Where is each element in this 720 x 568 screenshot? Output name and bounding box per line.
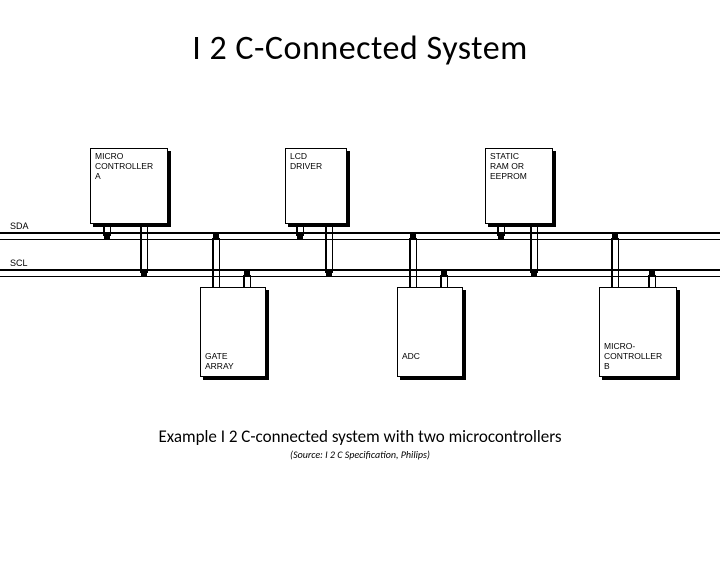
device-microcontroller-b: MICRO- CONTROLLER B — [599, 287, 677, 377]
bus-label-sda: SDA — [10, 221, 29, 231]
device-gate-array: GATE ARRAY — [200, 287, 266, 377]
device-lcd-driver: LCD DRIVER — [285, 148, 347, 224]
device-microcontroller-a: MICRO CONTROLLER A — [90, 148, 168, 224]
i2c-bus-diagram: SDA SCL MICRO CONTROLLER A LCD DRIVER ST… — [0, 146, 720, 406]
device-adc: ADC — [397, 287, 463, 377]
page-title: I 2 C-Connected System — [0, 28, 720, 69]
bus-label-scl: SCL — [10, 258, 28, 268]
figure-source: (Source: I 2 C Specification, Philips) — [0, 448, 720, 461]
figure-caption: Example I 2 C-connected system with two … — [0, 426, 720, 447]
device-static-ram-eeprom: STATIC RAM OR EEPROM — [485, 148, 553, 224]
